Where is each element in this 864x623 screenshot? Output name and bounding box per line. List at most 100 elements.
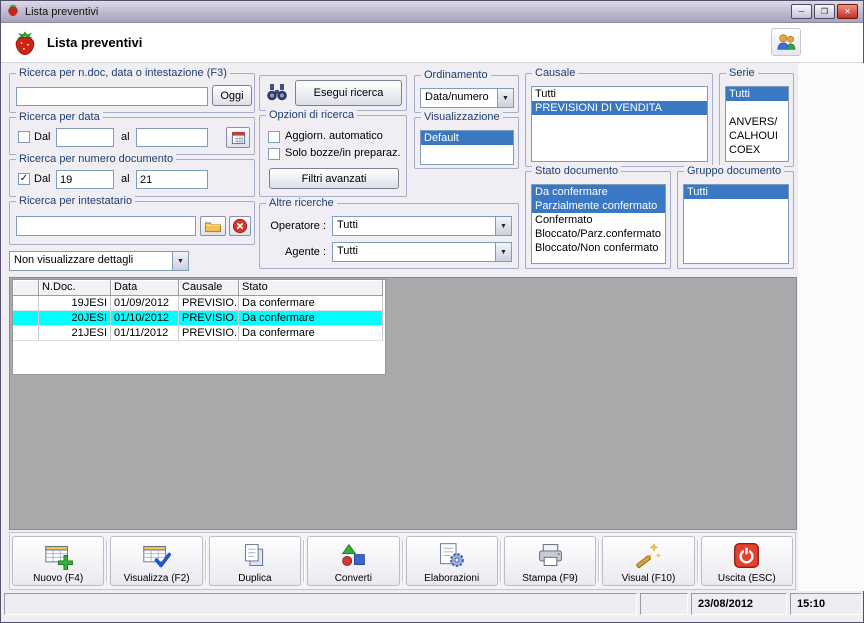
column-header[interactable]: Stato: [239, 280, 383, 296]
list-option[interactable]: Bloccato/Parz.confermato: [532, 227, 665, 241]
group-label: Opzioni di ricerca: [266, 109, 357, 121]
today-button[interactable]: Oggi: [212, 85, 252, 106]
drafts-only-checkbox[interactable]: [268, 148, 280, 160]
toolbar-button-label: Nuovo (F4): [33, 573, 84, 584]
date-from-input[interactable]: [56, 128, 114, 147]
other-searches-group: Altre ricerche Operatore : Tutti ▼ Agent…: [259, 197, 519, 269]
toolbar-button-label: Duplica: [238, 573, 272, 584]
group-label: Visualizzazione: [421, 111, 503, 123]
results-table[interactable]: N.Doc. Data Causale Stato 19JESI 01/09/2012 PR…: [12, 279, 386, 375]
converti-button[interactable]: Converti: [307, 536, 400, 586]
duplica-button[interactable]: Duplica: [208, 536, 302, 586]
stato-documento-group: Stato documento Da confermare Parzialment…: [525, 165, 671, 269]
right-empty-panel: [798, 63, 864, 591]
list-option[interactable]: Parzialmente confermato: [532, 199, 665, 213]
toolbar-button-label: Stampa (F9): [522, 573, 578, 584]
operatore-select[interactable]: Tutti ▼: [332, 216, 512, 236]
auto-refresh-checkbox[interactable]: [268, 131, 280, 143]
drafts-only-label: Solo bozze/in preparaz.: [285, 147, 401, 159]
column-header[interactable]: Data: [111, 280, 179, 296]
title-bar[interactable]: Lista preventivi ─ ❐ ✕: [1, 1, 863, 23]
chevron-down-icon[interactable]: ▼: [495, 243, 511, 261]
date-dal-checkbox[interactable]: [18, 131, 30, 143]
detail-view-select[interactable]: Non visualizzare dettagli ▼: [9, 251, 189, 271]
sort-select[interactable]: Data/numero ▼: [420, 88, 514, 108]
agente-label: Agente :: [285, 246, 326, 258]
status-bar: 23/08/2012 15:10: [4, 593, 862, 615]
visualizza-button[interactable]: Visualizza (F2): [110, 536, 203, 586]
table-cell: Da confermare: [239, 326, 383, 341]
search-input[interactable]: [16, 87, 208, 106]
uscita-button[interactable]: Uscita (ESC): [700, 536, 793, 586]
execute-search-button[interactable]: Esegui ricerca: [295, 80, 402, 106]
elaborazioni-button[interactable]: Elaborazioni: [405, 536, 498, 586]
detail-view-value: Non visualizzare dettagli: [14, 254, 134, 266]
visual-button[interactable]: Visual (F10): [602, 536, 695, 586]
list-option[interactable]: Confermato: [532, 213, 665, 227]
intestatario-search-group: Ricerca per intestatario: [9, 195, 255, 245]
clear-button[interactable]: [229, 216, 251, 236]
list-option[interactable]: Da confermare: [532, 185, 665, 199]
chevron-down-icon[interactable]: ▼: [172, 252, 188, 270]
group-label: Ordinamento: [421, 69, 491, 81]
date-search-group: Ricerca per data Dal al: [9, 111, 255, 155]
toolbar-separator: [598, 540, 601, 582]
list-option[interactable]: Default: [421, 131, 513, 145]
list-option[interactable]: Bloccato/Non confermato: [532, 241, 665, 255]
list-option[interactable]: PREVISIONI DI VENDITA: [532, 101, 707, 115]
stampa-button[interactable]: Stampa (F9): [503, 536, 597, 586]
serie-listbox[interactable]: Tutti ANVERS/CALHOUI COEX: [725, 86, 789, 162]
agente-select[interactable]: Tutti ▼: [332, 242, 512, 262]
table-check-icon: [142, 541, 172, 573]
toolbar-button-label: Uscita (ESC): [717, 573, 776, 584]
docnum-to-input[interactable]: [136, 170, 208, 189]
table-cell: 20JESI: [39, 311, 111, 326]
table-row[interactable]: 21JESI 01/11/2012 PREVISIO... Da confermare: [13, 326, 385, 341]
list-option[interactable]: ANVERS/: [726, 115, 788, 129]
list-option[interactable]: CALHOUI: [726, 129, 788, 143]
list-option[interactable]: Tutti: [726, 87, 788, 101]
toolbar-separator: [106, 540, 109, 582]
chevron-down-icon[interactable]: ▼: [497, 89, 513, 107]
browse-button[interactable]: [200, 216, 226, 236]
group-label: Altre ricerche: [266, 197, 337, 209]
power-icon: [732, 541, 761, 573]
column-header[interactable]: [13, 280, 39, 296]
column-header[interactable]: N.Doc.: [39, 280, 111, 296]
table-cell: PREVISIO...: [179, 326, 239, 341]
execute-search-panel: Esegui ricerca: [259, 75, 407, 111]
close-button[interactable]: ✕: [837, 4, 858, 19]
docnum-dal-checkbox[interactable]: ✓: [18, 173, 30, 185]
group-label: Ricerca per intestatario: [16, 195, 136, 207]
group-label: Ricerca per numero documento: [16, 153, 177, 165]
stato-listbox[interactable]: Da confermare Parzialmente confermato Conf…: [531, 184, 666, 264]
list-option[interactable]: [726, 101, 788, 115]
causale-listbox[interactable]: Tutti PREVISIONI DI VENDITA: [531, 86, 708, 162]
operatore-value: Tutti: [337, 219, 358, 231]
gruppo-listbox[interactable]: Tutti: [683, 184, 789, 264]
advanced-filters-button[interactable]: Filtri avanzati: [269, 168, 399, 189]
intestatario-input[interactable]: [16, 216, 196, 236]
docnum-from-input[interactable]: [56, 170, 114, 189]
users-button[interactable]: [771, 28, 801, 56]
table-cell: [13, 326, 39, 341]
status-segment: [4, 593, 637, 615]
folder-icon: [205, 222, 221, 233]
list-option[interactable]: Tutti: [532, 87, 707, 101]
calendar-button[interactable]: [226, 127, 250, 148]
search-options-group: Opzioni di ricerca Aggiorn. automatico S…: [259, 109, 407, 197]
table-row[interactable]: 19JESI 01/09/2012 PREVISIO... Da confermare: [13, 296, 385, 311]
date-to-input[interactable]: [136, 128, 208, 147]
column-header[interactable]: Causale: [179, 280, 239, 296]
chevron-down-icon[interactable]: ▼: [495, 217, 511, 235]
magic-wand-icon: [634, 541, 663, 573]
view-listbox[interactable]: Default: [420, 130, 514, 165]
printer-icon: [536, 541, 565, 573]
nuovo-button[interactable]: Nuovo (F4): [12, 536, 105, 586]
table-row[interactable]: 20JESI 01/10/2012 PREVISIO... Da confermare: [13, 311, 385, 326]
list-option[interactable]: COEX: [726, 143, 788, 157]
maximize-button[interactable]: ❐: [814, 4, 835, 19]
list-option[interactable]: Tutti: [684, 185, 788, 199]
agente-value: Tutti: [337, 245, 358, 257]
minimize-button[interactable]: ─: [791, 4, 812, 19]
